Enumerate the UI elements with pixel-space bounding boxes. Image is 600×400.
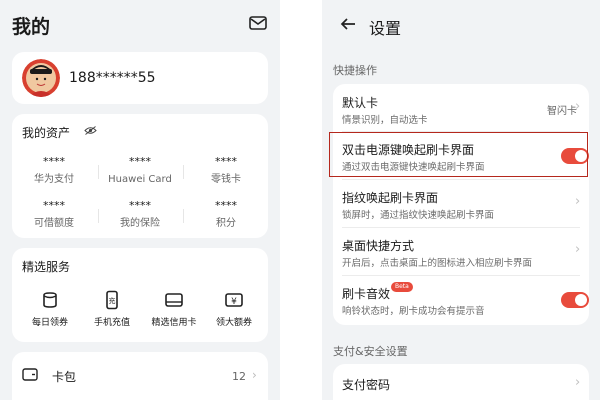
my-page: 我的 188******55 我的资产 **** 华为支付 **** Huawe… <box>0 0 280 400</box>
services-title: 精选服务 <box>22 260 71 274</box>
divider <box>98 209 99 223</box>
asset-item[interactable]: **** 可借额度 <box>12 200 96 230</box>
asset-item[interactable]: **** 我的保险 <box>98 200 182 230</box>
wallet-row[interactable]: 卡包 12 › <box>12 352 268 400</box>
wallet-icon <box>22 368 38 381</box>
credit-card-icon <box>165 293 183 307</box>
service-big-coupon[interactable]: ¥ 领大额券 <box>202 290 266 328</box>
service-credit-card[interactable]: 精选信用卡 <box>142 290 206 328</box>
pay-security-card: 支付密码 › <box>333 364 589 400</box>
asset-item[interactable]: **** Huawei Card <box>98 156 182 186</box>
chevron-right-icon: › <box>575 194 581 209</box>
coupon-icon <box>43 292 57 308</box>
svg-text:¥: ¥ <box>231 297 237 307</box>
avatar[interactable] <box>22 59 60 97</box>
section-pay-security: 支付&安全设置 <box>333 345 408 358</box>
asset-item[interactable]: **** 华为支付 <box>12 156 96 186</box>
highlight-box <box>329 132 588 177</box>
pay-password-row[interactable]: 支付密码 › <box>333 364 589 400</box>
default-card-value: 智闪卡 <box>547 106 577 117</box>
phone-number: 188******55 <box>69 70 156 86</box>
chevron-right-icon: › <box>575 375 581 390</box>
assets-card: 我的资产 **** 华为支付 **** Huawei Card **** 零钱卡… <box>12 114 268 238</box>
hide-eye-icon[interactable] <box>84 126 97 135</box>
page-title: 我的 <box>12 16 51 38</box>
wallet-count: 12 <box>232 370 246 383</box>
default-card-row[interactable]: 默认卡 情景识别，自动选卡 智闪卡 › <box>333 84 589 132</box>
quick-actions-card: 默认卡 情景识别，自动选卡 智闪卡 › 双击电源键唤起刷卡界面 通过双击电源键快… <box>333 84 589 325</box>
page-title: 设置 <box>369 19 402 38</box>
service-phone-recharge[interactable]: 充 手机充值 <box>80 290 144 328</box>
back-arrow-icon[interactable] <box>340 16 356 32</box>
yen-coupon-icon: ¥ <box>225 293 243 307</box>
service-daily-coupon[interactable]: 每日领券 <box>18 290 82 328</box>
svg-text:充: 充 <box>109 296 116 305</box>
desktop-shortcut-row[interactable]: 桌面快捷方式 开启后，点击桌面上的图标进入相应刷卡界面 › <box>333 228 589 276</box>
section-quick-actions: 快捷操作 <box>333 64 377 77</box>
divider <box>183 165 184 179</box>
fingerprint-row[interactable]: 指纹唤起刷卡界面 锁屏时，通过指纹快速唤起刷卡界面 › <box>333 180 589 228</box>
settings-page: 设置 快捷操作 默认卡 情景识别，自动选卡 智闪卡 › 双击电源键唤起刷卡界面 … <box>322 0 600 400</box>
divider <box>98 165 99 179</box>
asset-item[interactable]: **** 积分 <box>184 200 268 230</box>
services-card: 精选服务 每日领券 充 手机充值 精选信用卡 ¥ 领大额券 <box>12 248 268 342</box>
phone-recharge-icon: 充 <box>106 290 118 310</box>
chevron-right-icon: › <box>575 99 581 114</box>
swipe-sound-row[interactable]: 刷卡音效 Beta 响铃状态时，刷卡成功会有提示音 <box>333 276 589 325</box>
swipe-sound-toggle[interactable] <box>561 292 589 308</box>
divider <box>183 209 184 223</box>
chevron-right-icon: › <box>252 368 257 382</box>
asset-item[interactable]: **** 零钱卡 <box>184 156 268 186</box>
profile-card[interactable]: 188******55 <box>12 52 268 104</box>
chevron-right-icon: › <box>575 242 581 257</box>
wallet-label: 卡包 <box>52 370 77 384</box>
mail-icon[interactable] <box>249 16 267 30</box>
beta-badge: Beta <box>391 282 413 292</box>
assets-title: 我的资产 <box>22 126 71 140</box>
